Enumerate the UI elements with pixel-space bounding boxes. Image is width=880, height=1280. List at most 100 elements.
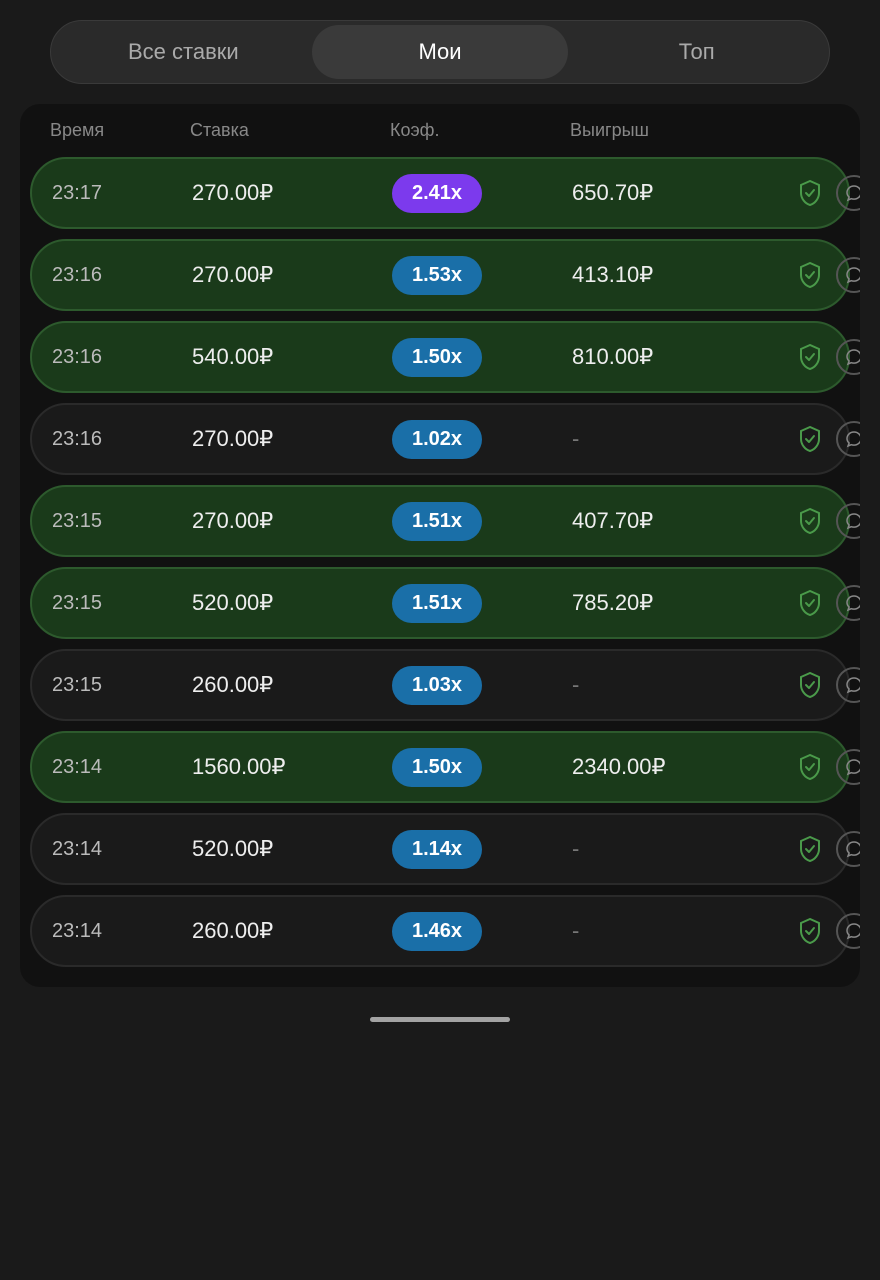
bet-amount: 270.00₽ [192, 180, 392, 206]
chat-icon[interactable] [836, 749, 860, 785]
bet-icons [792, 257, 860, 293]
bet-time: 23:17 [52, 182, 192, 205]
coef-badge[interactable]: 1.02x [392, 420, 482, 459]
bet-amount: 260.00₽ [192, 672, 392, 698]
col-winnings: Выигрыш [570, 120, 790, 141]
bet-amount: 520.00₽ [192, 590, 392, 616]
bet-time: 23:15 [52, 674, 192, 697]
tab-top[interactable]: Топ [568, 25, 825, 79]
bet-icons [792, 175, 860, 211]
bet-icons [792, 749, 860, 785]
bets-table: Время Ставка Коэф. Выигрыш 23:17 270.00₽… [20, 104, 860, 987]
bet-coef-cell: 1.50x [392, 748, 572, 787]
bet-amount: 520.00₽ [192, 836, 392, 862]
tab-bar: Все ставки Мои Топ [50, 20, 830, 84]
shield-icon [794, 915, 826, 947]
bet-amount: 260.00₽ [192, 918, 392, 944]
coef-badge[interactable]: 1.14x [392, 830, 482, 869]
bet-amount: 270.00₽ [192, 426, 392, 452]
table-row[interactable]: 23:14 260.00₽ 1.46x - [30, 895, 850, 967]
bet-time: 23:16 [52, 428, 192, 451]
table-row[interactable]: 23:15 520.00₽ 1.51x 785.20₽ [30, 567, 850, 639]
bet-icons [792, 503, 860, 539]
table-row[interactable]: 23:15 270.00₽ 1.51x 407.70₽ [30, 485, 850, 557]
shield-icon [794, 423, 826, 455]
col-actions [790, 120, 860, 141]
bet-winnings: 413.10₽ [572, 262, 792, 288]
table-row[interactable]: 23:16 270.00₽ 1.53x 413.10₽ [30, 239, 850, 311]
bet-coef-cell: 1.46x [392, 912, 572, 951]
bet-coef-cell: 1.02x [392, 420, 572, 459]
coef-badge[interactable]: 1.46x [392, 912, 482, 951]
table-row[interactable]: 23:17 270.00₽ 2.41x 650.70₽ [30, 157, 850, 229]
bet-winnings: - [572, 836, 792, 862]
chat-icon[interactable] [836, 667, 860, 703]
chat-icon[interactable] [836, 503, 860, 539]
bet-coef-cell: 1.51x [392, 502, 572, 541]
coef-badge[interactable]: 1.53x [392, 256, 482, 295]
table-row[interactable]: 23:16 540.00₽ 1.50x 810.00₽ [30, 321, 850, 393]
table-row[interactable]: 23:16 270.00₽ 1.02x - [30, 403, 850, 475]
table-header: Время Ставка Коэф. Выигрыш [30, 104, 850, 157]
bet-icons [792, 339, 860, 375]
bet-winnings: 407.70₽ [572, 508, 792, 534]
chat-icon[interactable] [836, 339, 860, 375]
tab-all-bets[interactable]: Все ставки [55, 25, 312, 79]
chat-icon[interactable] [836, 585, 860, 621]
bet-winnings: - [572, 672, 792, 698]
bet-icons [792, 831, 860, 867]
chat-icon[interactable] [836, 831, 860, 867]
bet-winnings: 2340.00₽ [572, 754, 792, 780]
shield-icon [794, 833, 826, 865]
bet-coef-cell: 1.53x [392, 256, 572, 295]
bet-time: 23:15 [52, 510, 192, 533]
bet-winnings: 650.70₽ [572, 180, 792, 206]
bet-winnings: 810.00₽ [572, 344, 792, 370]
bet-amount: 540.00₽ [192, 344, 392, 370]
bet-amount: 270.00₽ [192, 262, 392, 288]
table-row[interactable]: 23:14 1560.00₽ 1.50x 2340.00₽ [30, 731, 850, 803]
bet-icons [792, 421, 860, 457]
bet-time: 23:14 [52, 920, 192, 943]
col-time: Время [50, 120, 190, 141]
bet-coef-cell: 1.14x [392, 830, 572, 869]
bet-winnings: - [572, 918, 792, 944]
shield-icon [794, 341, 826, 373]
chat-icon[interactable] [836, 421, 860, 457]
coef-badge[interactable]: 1.50x [392, 338, 482, 377]
bet-time: 23:16 [52, 346, 192, 369]
home-indicator [370, 1017, 510, 1022]
shield-icon [794, 587, 826, 619]
bet-amount: 270.00₽ [192, 508, 392, 534]
shield-icon [794, 177, 826, 209]
bet-coef-cell: 1.03x [392, 666, 572, 705]
bet-winnings: - [572, 426, 792, 452]
bet-icons [792, 585, 860, 621]
bet-icons [792, 667, 860, 703]
coef-badge[interactable]: 1.51x [392, 584, 482, 623]
table-row[interactable]: 23:14 520.00₽ 1.14x - [30, 813, 850, 885]
chat-icon[interactable] [836, 175, 860, 211]
coef-badge[interactable]: 1.51x [392, 502, 482, 541]
bet-time: 23:14 [52, 756, 192, 779]
bet-icons [792, 913, 860, 949]
coef-badge[interactable]: 1.03x [392, 666, 482, 705]
shield-icon [794, 751, 826, 783]
shield-icon [794, 669, 826, 701]
chat-icon[interactable] [836, 913, 860, 949]
bet-amount: 1560.00₽ [192, 754, 392, 780]
coef-badge[interactable]: 2.41x [392, 174, 482, 213]
table-row[interactable]: 23:15 260.00₽ 1.03x - [30, 649, 850, 721]
bet-winnings: 785.20₽ [572, 590, 792, 616]
tab-my-bets[interactable]: Мои [312, 25, 569, 79]
col-coef: Коэф. [390, 120, 570, 141]
shield-icon [794, 505, 826, 537]
col-stake: Ставка [190, 120, 390, 141]
shield-icon [794, 259, 826, 291]
coef-badge[interactable]: 1.50x [392, 748, 482, 787]
bet-time: 23:14 [52, 838, 192, 861]
bet-time: 23:15 [52, 592, 192, 615]
chat-icon[interactable] [836, 257, 860, 293]
bet-coef-cell: 2.41x [392, 174, 572, 213]
bet-coef-cell: 1.51x [392, 584, 572, 623]
